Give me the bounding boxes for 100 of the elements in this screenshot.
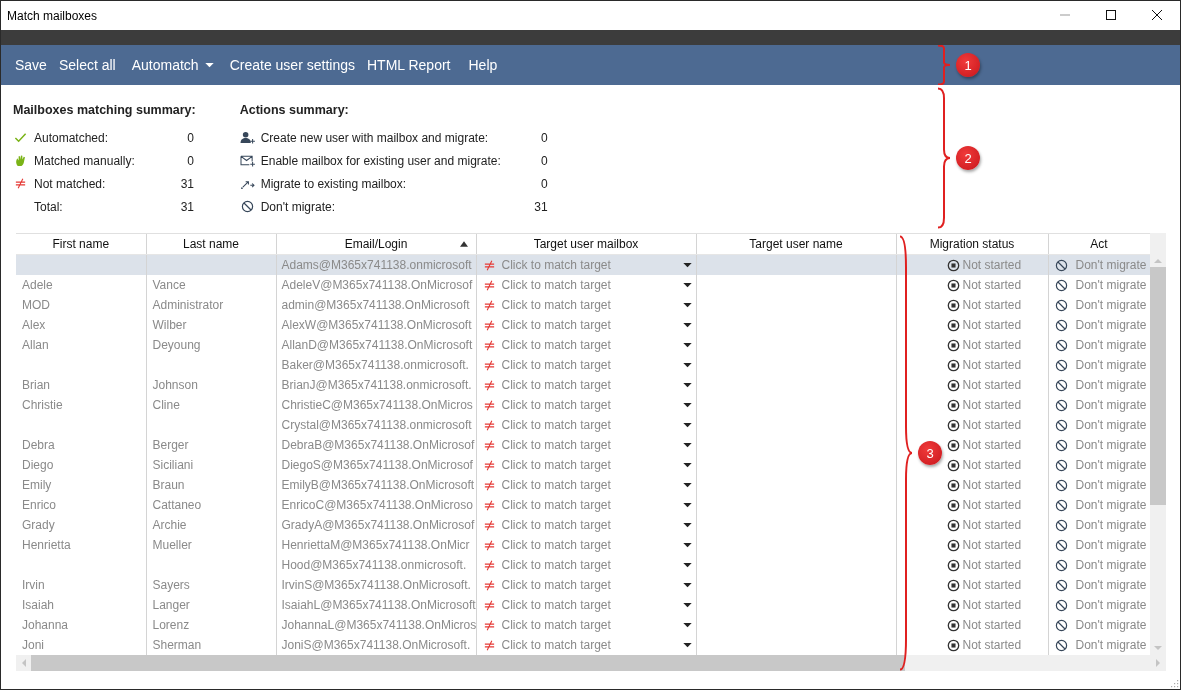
table-cell: Mueller — [152, 538, 192, 552]
scroll-down-icon[interactable] — [1154, 646, 1162, 651]
target-dropdown[interactable]: Click to match target — [482, 578, 695, 592]
action-text: Don't migrate — [1075, 318, 1147, 332]
column-header[interactable]: Act — [1048, 234, 1150, 255]
target-dropdown[interactable]: Click to match target — [482, 278, 695, 292]
maximize-icon[interactable] — [1105, 9, 1117, 21]
table-cell: Irvin — [22, 578, 45, 592]
table-cell: ChristieC@M365x741138.OnMicros — [281, 398, 473, 412]
scroll-right-icon[interactable] — [1156, 659, 1161, 667]
dropdown-button[interactable]: Automatch — [125, 53, 220, 77]
envelope-plus-icon — [239, 154, 255, 167]
table-row[interactable]: Alex Wilber AlexW@M365x741138.OnMicrosoft Click to match target Not started Don't migrate — [16, 315, 1150, 335]
target-dropdown[interactable]: Click to match target — [482, 418, 695, 432]
table-row[interactable]: Emily Braun EmilyB@M365x741138.OnMicrosoft Click to match target Not started Don't migrate — [16, 475, 1150, 495]
table-row[interactable]: Hood@M365x741138.onmicrosoft. Click to match target Not started Don't migrate — [16, 555, 1150, 575]
target-dropdown[interactable]: Click to match target — [482, 538, 695, 552]
status-text: Not started — [962, 498, 1022, 512]
action-text: Don't migrate — [1075, 578, 1147, 592]
column-header[interactable]: Email/Login — [276, 234, 476, 255]
table-cell: Henrietta — [22, 538, 71, 552]
toolbar-button[interactable]: Select all — [52, 53, 122, 77]
target-dropdown[interactable]: Click to match target — [482, 258, 695, 272]
table-cell: JohannaL@M365x741138.OnMicros — [281, 618, 475, 632]
table-cell: DiegoS@M365x741138.OnMicrosof — [281, 458, 473, 472]
target-dropdown[interactable]: Click to match target — [482, 558, 695, 572]
stop-icon — [946, 478, 960, 492]
target-dropdown[interactable]: Click to match target — [482, 618, 695, 632]
table-cell: Siciliani — [152, 458, 194, 472]
action-text: Don't migrate — [1075, 518, 1147, 532]
table-row[interactable]: Henrietta Mueller HenriettaM@M365x741138.OnMicr Click to match target Not started Don't migrate — [16, 535, 1150, 555]
toolbar-button[interactable]: Help — [462, 53, 504, 77]
table-row[interactable]: MOD Administrator admin@M365x741138.OnMicrosoft Click to match target Not started Don't migrate — [16, 295, 1150, 315]
target-dropdown[interactable]: Click to match target — [482, 498, 695, 512]
close-icon[interactable] — [1151, 9, 1163, 21]
table-cell: Johanna — [22, 618, 69, 632]
table-row[interactable]: Brian Johnson BrianJ@M365x741138.onmicrosoft. Click to match target Not started Don't migrate — [16, 375, 1150, 395]
table-cell: Alex — [22, 318, 46, 332]
target-dropdown[interactable]: Click to match target — [482, 638, 695, 652]
table-row[interactable]: Grady Archie GradyA@M365x741138.OnMicrosof Click to match target Not started Don't migrate — [16, 515, 1150, 535]
table-row[interactable]: Isaiah Langer IsaiahL@M365x741138.OnMicrosoft Click to match target Not started Don't migrate — [16, 595, 1150, 615]
toolbar-button[interactable]: Create user settings — [223, 53, 361, 77]
not-equal-icon — [482, 478, 496, 492]
table-cell: Christie — [22, 398, 63, 412]
table-row[interactable]: Allan Deyoung AllanD@M365x741138.OnMicrosoft Click to match target Not started Don't migrate — [16, 335, 1150, 355]
not-equal-icon — [482, 258, 496, 272]
scroll-up-icon[interactable] — [1154, 258, 1162, 263]
table-cell: Debra — [22, 438, 55, 452]
not-equal-icon — [482, 558, 496, 572]
table-row[interactable]: Adams@M365x741138.onmicrosoft Click to match target Not started Don't migrate — [16, 254, 1150, 275]
column-header[interactable]: Last name — [146, 234, 276, 255]
status-text: Not started — [962, 398, 1022, 412]
target-dropdown[interactable]: Click to match target — [482, 438, 695, 452]
scrollbar-thumb[interactable] — [31, 655, 905, 671]
caret-icon — [682, 442, 692, 448]
column-header[interactable]: Target user mailbox — [476, 234, 696, 255]
table-row[interactable]: Baker@M365x741138.onmicrosoft. Click to match target Not started Don't migrate — [16, 355, 1150, 375]
user-plus-icon — [239, 131, 255, 144]
target-dropdown[interactable]: Click to match target — [482, 338, 695, 352]
callout-number: 3 — [918, 441, 942, 465]
stop-icon — [946, 558, 960, 572]
target-dropdown[interactable]: Click to match target — [482, 518, 695, 532]
table-cell: AdeleV@M365x741138.OnMicrosof — [281, 278, 473, 292]
no-entry-icon — [1054, 378, 1068, 392]
toolbar-button[interactable]: Save — [9, 53, 53, 77]
action-text: Don't migrate — [1075, 598, 1147, 612]
scroll-left-icon[interactable] — [21, 659, 26, 667]
caret-icon — [682, 402, 692, 408]
table-row[interactable]: Enrico Cattaneo EnricoC@M365x741138.OnMicroso Click to match target Not started Don't migrate — [16, 495, 1150, 515]
table-row[interactable]: Johanna Lorenz JohannaL@M365x741138.OnMicros Click to match target Not started Don't migrate — [16, 615, 1150, 635]
table-cell: DebraB@M365x741138.OnMicrosof — [281, 438, 475, 452]
target-dropdown[interactable]: Click to match target — [482, 378, 695, 392]
horizontal-scrollbar[interactable] — [16, 655, 1166, 671]
column-header[interactable]: First name — [16, 234, 146, 255]
table-row[interactable]: Irvin Sayers IrvinS@M365x741138.OnMicrosoft. Click to match target Not started Don't migrate — [16, 575, 1150, 595]
stop-icon — [946, 638, 960, 652]
table-cell: HenriettaM@M365x741138.OnMicr — [281, 538, 470, 552]
vertical-scrollbar[interactable] — [1150, 233, 1166, 655]
target-dropdown[interactable]: Click to match target — [482, 598, 695, 612]
target-dropdown[interactable]: Click to match target — [482, 478, 695, 492]
action-text: Don't migrate — [1075, 418, 1147, 432]
scrollbar-thumb[interactable] — [1150, 267, 1166, 505]
table-row[interactable]: Adele Vance AdeleV@M365x741138.OnMicrosof Click to match target Not started Don't migrate — [16, 275, 1150, 295]
table-row[interactable]: Christie Cline ChristieC@M365x741138.OnMicros Click to match target Not started Don't migrate — [16, 395, 1150, 415]
column-header[interactable]: Target user name — [696, 234, 896, 255]
column-header[interactable]: Migration status — [896, 234, 1048, 255]
target-dropdown[interactable]: Click to match target — [482, 458, 695, 472]
target-dropdown[interactable]: Click to match target — [482, 318, 695, 332]
no-entry-icon — [1054, 558, 1068, 572]
target-dropdown[interactable]: Click to match target — [482, 398, 695, 412]
resize-grip-icon[interactable] — [1169, 678, 1179, 688]
table-cell: Allan — [22, 338, 49, 352]
caret-icon — [682, 542, 692, 548]
target-dropdown[interactable]: Click to match target — [482, 298, 695, 312]
toolbar-button[interactable]: HTML Report — [360, 53, 457, 77]
action-text: Don't migrate — [1075, 638, 1147, 652]
table-row[interactable]: Crystal@M365x741138.onmicrosoft Click to match target Not started Don't migrate — [16, 415, 1150, 435]
table-cell: Joni — [22, 638, 44, 652]
target-dropdown[interactable]: Click to match target — [482, 358, 695, 372]
no-entry-icon — [1054, 518, 1068, 532]
